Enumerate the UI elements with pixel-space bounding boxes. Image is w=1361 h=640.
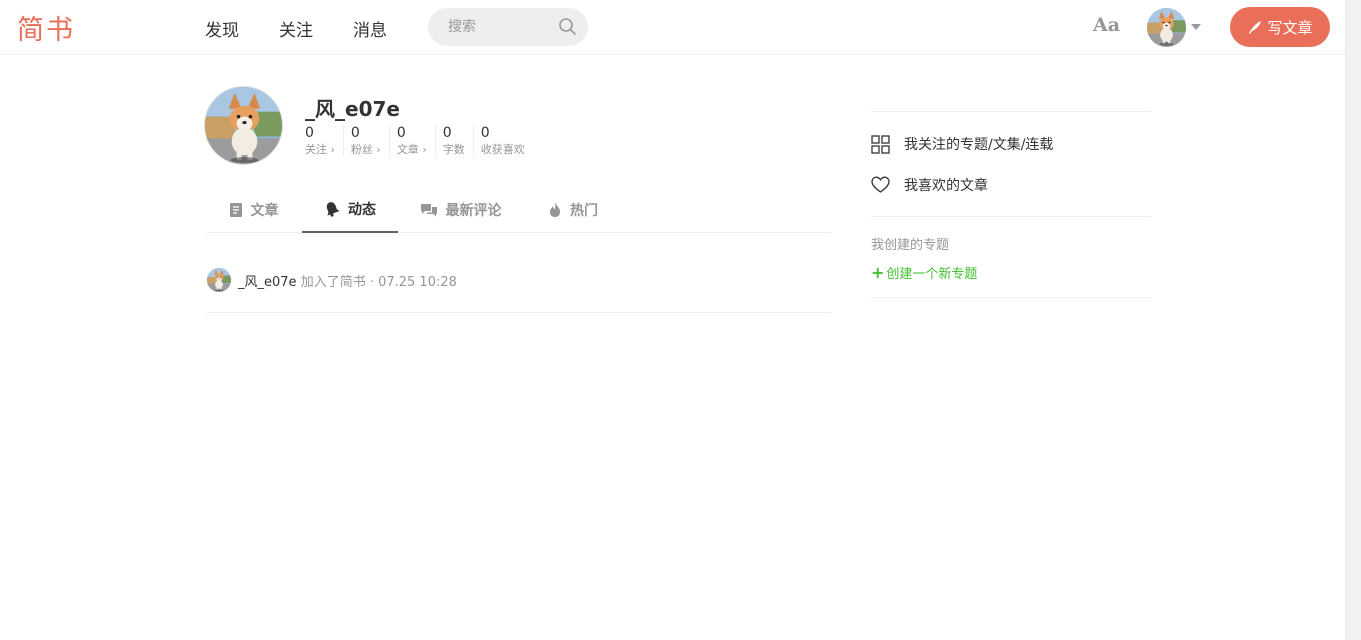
profile-stats: 0 关注 › 0 粉丝 › 0 文章 › 0 字数 0 收获喜欢 (305, 125, 540, 157)
avatar-image (207, 268, 231, 292)
feather-pen-icon (1249, 21, 1262, 34)
sidebar-link-followed-collections[interactable]: 我关注的专题/文集/连载 (871, 134, 1053, 154)
tab-label: 热门 (570, 202, 598, 219)
heart-icon (871, 176, 890, 193)
create-collection-label: 创建一个新专题 (886, 267, 978, 282)
sidebar-link-liked-articles[interactable]: 我喜欢的文章 (871, 175, 988, 195)
stat-articles[interactable]: 0 文章 › (397, 125, 436, 157)
user-avatar-menu[interactable] (1147, 8, 1186, 47)
avatar-image (205, 87, 283, 165)
stat-label: 粉丝 › (350, 143, 381, 156)
avatar-image (1147, 8, 1186, 47)
feed-avatar[interactable] (207, 268, 231, 292)
stat-value: 0 (442, 125, 452, 141)
fire-icon (550, 202, 560, 217)
profile-name[interactable]: _风_e07e (305, 93, 400, 122)
plus-icon: + (871, 263, 885, 282)
stat-label: 关注 › (305, 143, 335, 156)
feed-text: _风_e07e 加入了简书 · 07.25 10:28 (238, 271, 457, 290)
search-box (428, 8, 588, 46)
tab-activity[interactable]: 动态 (302, 186, 398, 233)
tab-hot[interactable]: 热门 (523, 186, 623, 233)
create-collection-link[interactable]: + 创建一个新专题 (871, 263, 977, 282)
page-scrollbar[interactable] (1345, 0, 1361, 640)
tab-label: 动态 (348, 201, 376, 218)
feed-username[interactable]: _风_e07e (238, 275, 297, 290)
profile-tabs: 文章 动态 最新评论 热门 (205, 186, 831, 233)
top-navbar: 简书 发现 关注 消息 Aa 写文章 (0, 0, 1345, 55)
chevron-down-icon[interactable] (1191, 24, 1201, 30)
comment-icon (420, 203, 437, 216)
stat-value: 0 (350, 125, 360, 141)
profile-avatar[interactable] (204, 86, 283, 165)
stat-label: 文章 › (396, 143, 427, 156)
stat-value: 0 (305, 125, 314, 141)
sidebar-link-label: 我关注的专题/文集/连载 (904, 137, 1054, 153)
stat-value: 0 (480, 125, 490, 141)
nav-messages[interactable]: 消息 (353, 16, 387, 41)
nav-discover[interactable]: 发现 (205, 16, 239, 41)
stat-words: 0 字数 (443, 125, 474, 157)
write-article-label: 写文章 (1267, 18, 1313, 37)
stat-value: 0 (396, 125, 406, 141)
font-settings-button[interactable]: Aa (1093, 14, 1120, 36)
document-icon (229, 202, 242, 217)
nav-follow[interactable]: 关注 (279, 16, 313, 41)
search-input[interactable] (448, 17, 553, 37)
tab-label: 文章 (250, 202, 279, 219)
stat-following[interactable]: 0 关注 › (305, 125, 344, 157)
stat-label: 收获喜欢 (480, 143, 525, 156)
sidebar-created-collections-title: 我创建的专题 (871, 238, 950, 253)
stat-likes: 0 收获喜欢 (481, 125, 533, 157)
sidebar-divider (871, 111, 1151, 112)
stat-label: 字数 (442, 143, 465, 156)
sidebar-link-label: 我喜欢的文章 (904, 178, 988, 194)
feed-item: _风_e07e 加入了简书 · 07.25 10:28 (205, 262, 831, 313)
feed-action: 加入了简书 · 07.25 10:28 (300, 275, 457, 290)
site-logo[interactable]: 简书 (17, 8, 75, 47)
grid-icon (871, 134, 890, 154)
sidebar-divider (871, 216, 1151, 217)
sidebar-divider (871, 297, 1151, 298)
bell-icon (326, 201, 340, 217)
tab-label: 最新评论 (445, 202, 502, 219)
tab-articles[interactable]: 文章 (205, 186, 302, 233)
search-icon[interactable] (558, 17, 578, 37)
tab-latest-comments[interactable]: 最新评论 (398, 186, 523, 233)
write-article-button[interactable]: 写文章 (1230, 7, 1330, 47)
stat-followers[interactable]: 0 粉丝 › (351, 125, 390, 157)
